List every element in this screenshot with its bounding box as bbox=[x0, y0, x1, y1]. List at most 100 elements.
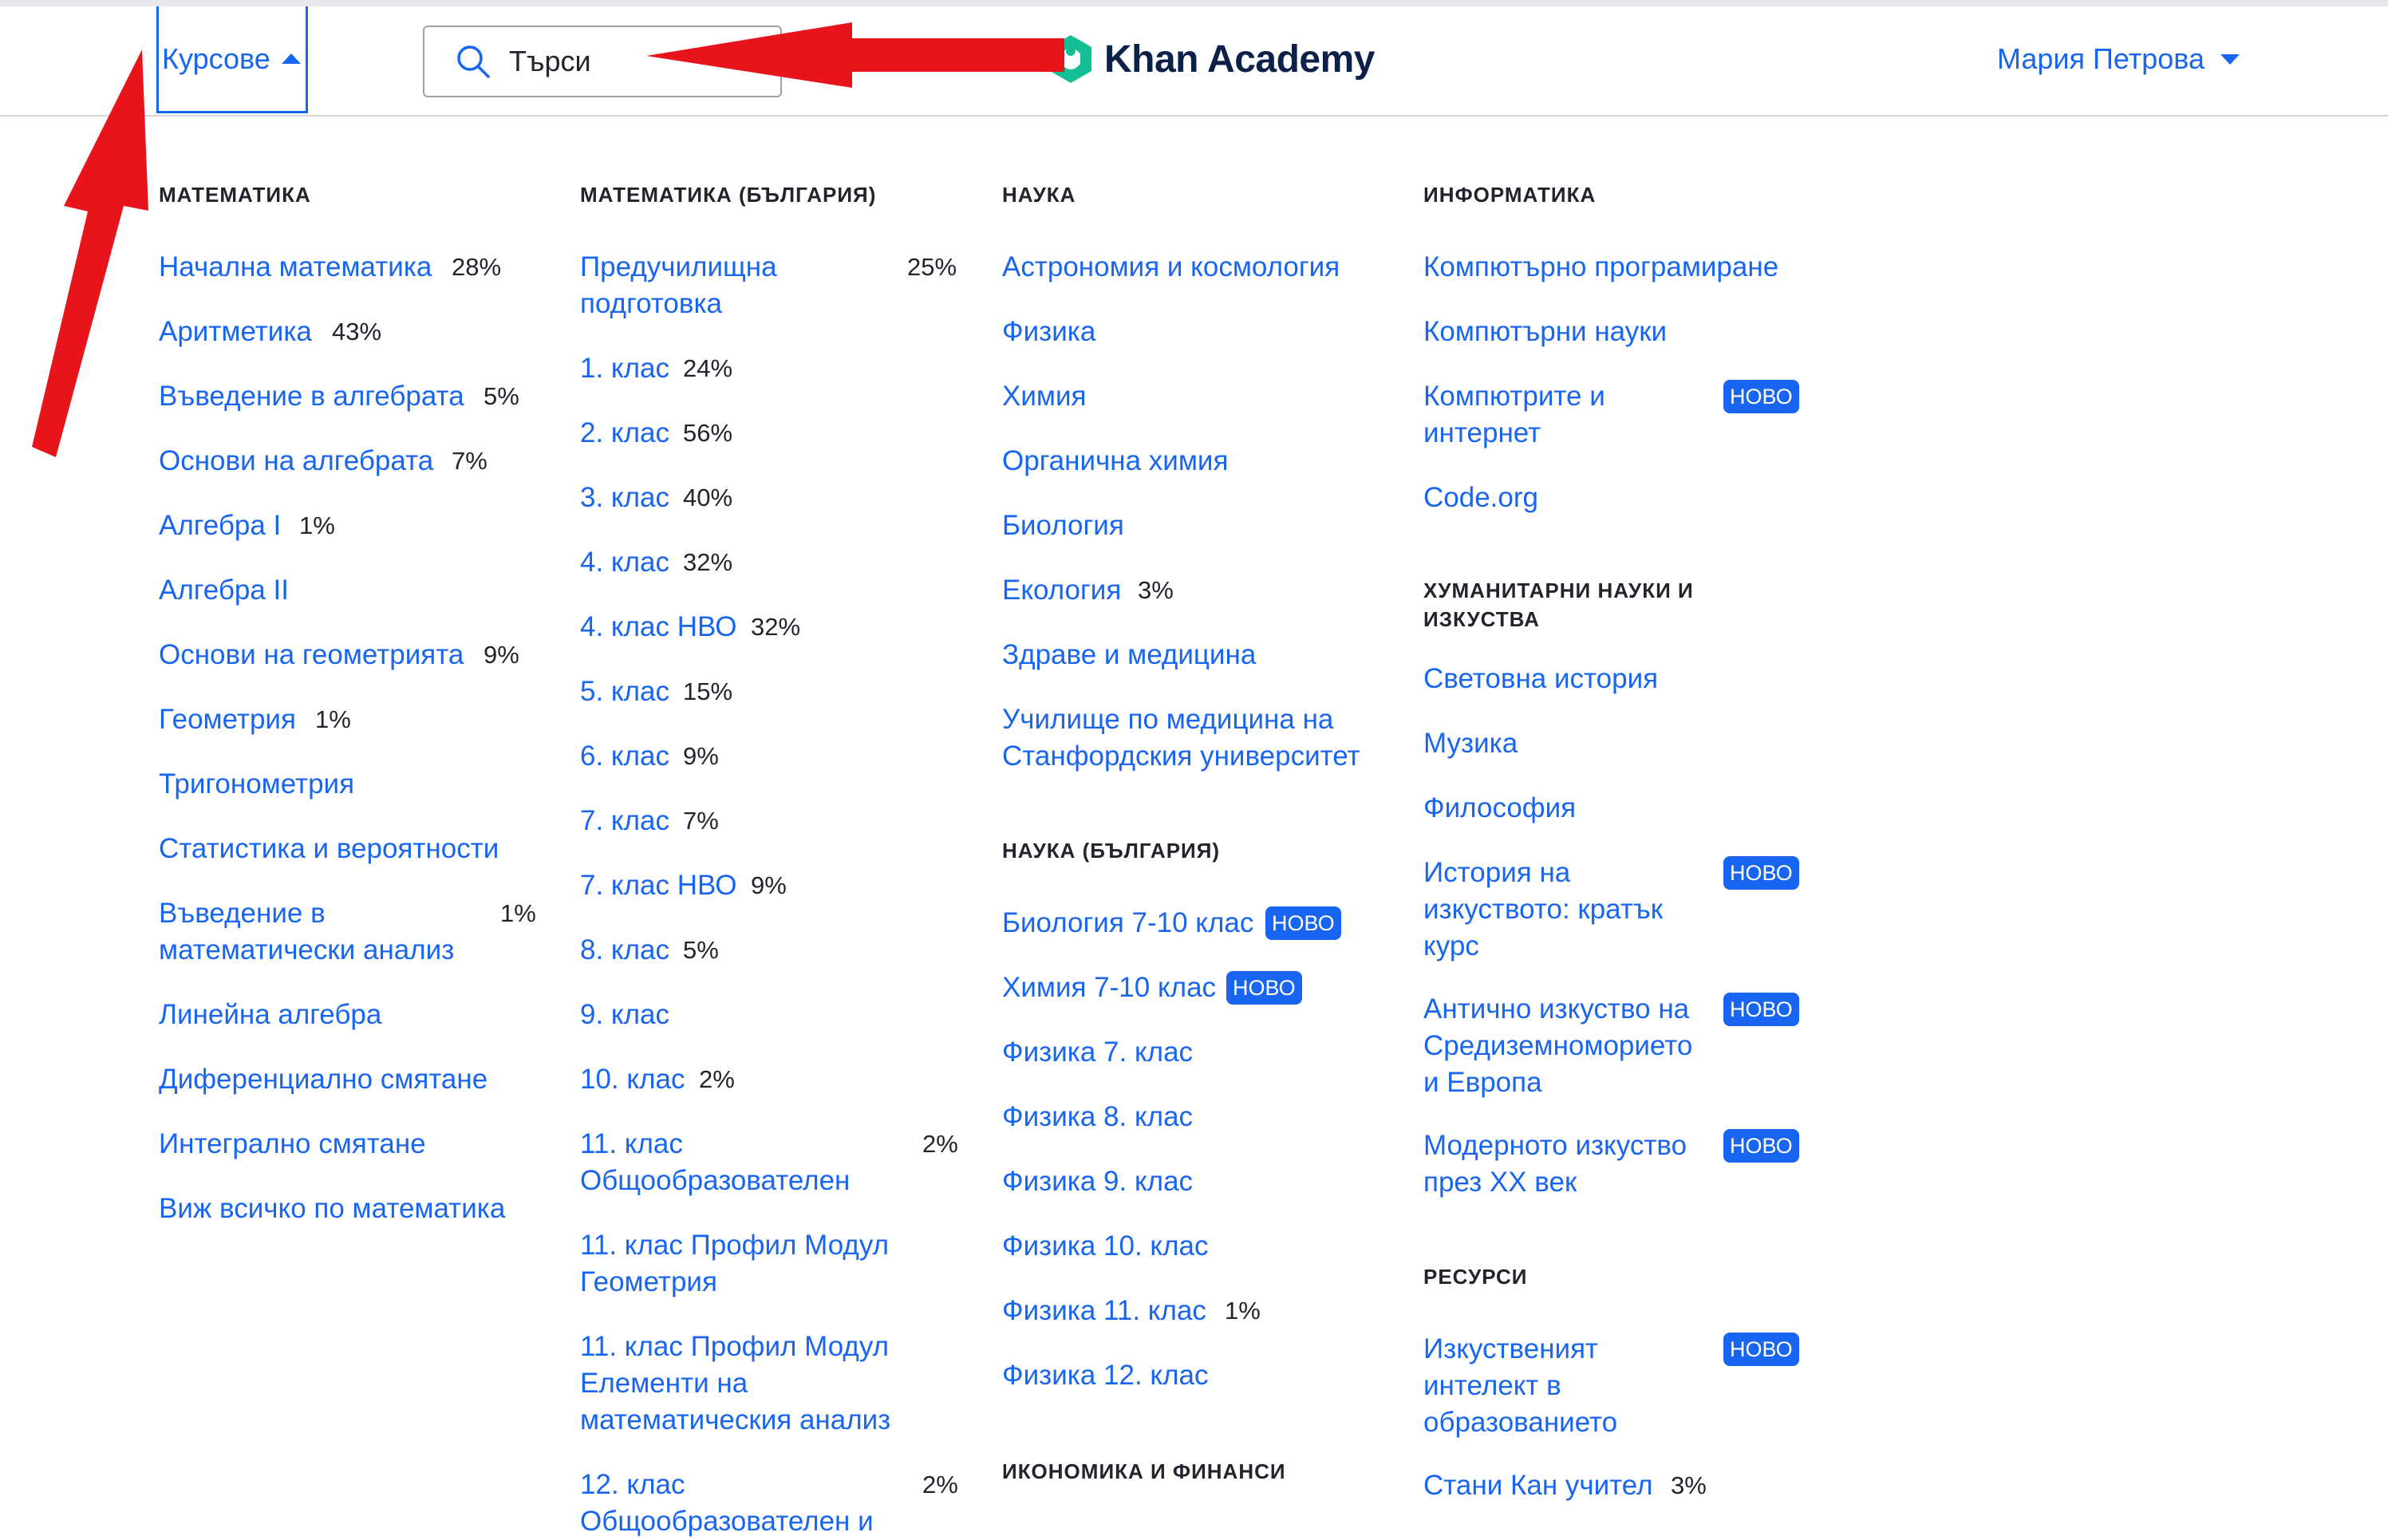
course-link[interactable]: 11. клас Профил Модул Геометрия bbox=[580, 1227, 931, 1301]
progress-percent: 25% bbox=[907, 253, 957, 281]
user-name: Мария Петрова bbox=[1996, 42, 2204, 75]
courses-dropdown-menu: МАТЕМАТИКА Начална математика 28% Аритме… bbox=[0, 116, 2388, 1537]
progress-percent: 1% bbox=[500, 899, 536, 927]
course-link[interactable]: 11. клас Профил Модул Елементи на матема… bbox=[580, 1329, 931, 1439]
new-badge: НОВО bbox=[1723, 1333, 1799, 1366]
courses-label: Курсове bbox=[162, 41, 270, 75]
course-link[interactable]: Изкуственият интелект в образованието bbox=[1423, 1331, 1687, 1441]
course-link[interactable]: Физика 10. клас bbox=[1002, 1228, 1209, 1265]
course-link[interactable]: Аритметика bbox=[159, 314, 312, 350]
course-link[interactable]: Музика bbox=[1423, 725, 1518, 762]
course-link[interactable]: 2. клас bbox=[580, 415, 669, 452]
course-link[interactable]: 4. клас НВО bbox=[580, 609, 736, 646]
course-link[interactable]: Физика 11. клас bbox=[1002, 1293, 1206, 1329]
course-link[interactable]: Статистика и вероятности bbox=[159, 831, 499, 867]
course-link[interactable]: Модерното изкуство през ХХ век bbox=[1423, 1127, 1711, 1201]
course-link[interactable]: Линейна алгебра bbox=[159, 997, 381, 1033]
course-link[interactable]: Физика 12. клас bbox=[1002, 1357, 1209, 1394]
course-link[interactable]: Химия 7-10 клас bbox=[1002, 969, 1216, 1006]
course-link[interactable]: Интегрално смятане bbox=[159, 1126, 426, 1163]
progress-percent: 9% bbox=[751, 871, 787, 899]
progress-percent: 24% bbox=[683, 354, 733, 382]
course-link[interactable]: 8. клас bbox=[580, 932, 669, 969]
new-badge: НОВО bbox=[1723, 856, 1799, 890]
course-link[interactable]: Компютрите и интернет bbox=[1423, 378, 1663, 452]
progress-percent: 9% bbox=[683, 742, 719, 770]
course-link[interactable]: Световна история bbox=[1423, 661, 1658, 697]
progress-percent: 28% bbox=[452, 253, 502, 281]
khan-academy-logo[interactable]: Khan Academy bbox=[1044, 32, 1376, 86]
course-link[interactable]: 7. клас НВО bbox=[580, 867, 736, 904]
course-link[interactable]: Алгебра II bbox=[159, 572, 289, 609]
progress-percent: 32% bbox=[751, 613, 801, 641]
section-title-math-bg: МАТЕМАТИКА (БЪЛГАРИЯ) bbox=[580, 183, 877, 207]
user-menu-button[interactable]: Мария Петрова bbox=[1997, 42, 2240, 76]
progress-percent: 3% bbox=[1138, 576, 1174, 604]
course-link[interactable]: Биология bbox=[1002, 507, 1124, 544]
search-input[interactable] bbox=[507, 44, 750, 79]
course-link[interactable]: Въведение в математически анализ bbox=[159, 895, 478, 969]
course-link[interactable]: Училище по медицина на Станфордския унив… bbox=[1002, 701, 1377, 775]
course-link[interactable]: 1. клас bbox=[580, 350, 669, 387]
progress-percent: 1% bbox=[1225, 1297, 1261, 1325]
progress-percent: 1% bbox=[315, 705, 351, 733]
course-link[interactable]: Геометрия bbox=[159, 701, 296, 738]
course-link[interactable]: 9. клас bbox=[580, 997, 669, 1033]
logo-text: Khan Academy bbox=[1104, 38, 1376, 81]
courses-menu-button[interactable]: Курсове bbox=[156, 6, 308, 113]
course-link[interactable]: Астрономия и космология bbox=[1002, 249, 1340, 286]
course-link[interactable]: 11. клас Общообразователен bbox=[580, 1126, 883, 1199]
course-link[interactable]: 12. клас Общообразователен и bbox=[580, 1467, 883, 1540]
course-link[interactable]: Физика 8. клас bbox=[1002, 1099, 1193, 1135]
course-link[interactable]: Диференциално смятане bbox=[159, 1061, 487, 1098]
course-link[interactable]: 6. клас bbox=[580, 738, 669, 775]
progress-percent: 43% bbox=[332, 318, 382, 346]
course-link[interactable]: Основи на геометрията bbox=[159, 637, 464, 673]
course-link[interactable]: Основи на алгебрата bbox=[159, 443, 433, 480]
course-link[interactable]: 5. клас bbox=[580, 673, 669, 710]
course-link[interactable]: Органична химия bbox=[1002, 443, 1228, 480]
course-link[interactable]: Химия bbox=[1002, 378, 1086, 415]
new-badge: НОВО bbox=[1265, 906, 1341, 940]
section-title-math: МАТЕМАТИКА bbox=[159, 183, 311, 207]
caret-up-icon bbox=[281, 53, 301, 64]
new-badge: НОВО bbox=[1723, 1129, 1799, 1163]
search-icon bbox=[457, 45, 490, 78]
section-title-resources: РЕСУРСИ bbox=[1423, 1265, 1528, 1289]
progress-percent: 40% bbox=[683, 484, 733, 511]
course-link[interactable]: Компютърно програмиране bbox=[1423, 249, 1778, 286]
course-link[interactable]: 7. клас bbox=[580, 803, 669, 839]
section-title-science: НАУКА bbox=[1002, 183, 1076, 207]
course-link[interactable]: История на изкуството: кратък курс bbox=[1423, 855, 1695, 965]
course-link[interactable]: 10. клас bbox=[580, 1061, 685, 1098]
course-link[interactable]: Стани Кан учител bbox=[1423, 1467, 1653, 1504]
course-link[interactable]: Предучилищна подготовка bbox=[580, 249, 819, 322]
section-title-computing: ИНФОРМАТИКА bbox=[1423, 183, 1597, 207]
progress-percent: 1% bbox=[299, 511, 335, 539]
progress-percent: 56% bbox=[683, 419, 733, 447]
course-link[interactable]: Компютърни науки bbox=[1423, 314, 1667, 350]
course-link[interactable]: Философия bbox=[1423, 790, 1576, 827]
course-link[interactable]: Code.org bbox=[1423, 480, 1538, 516]
progress-percent: 5% bbox=[484, 382, 519, 410]
top-border bbox=[0, 0, 2388, 6]
course-link[interactable]: Антично изкуство на Средиземноморието и … bbox=[1423, 991, 1711, 1101]
course-link[interactable]: Въведение в алгебрата bbox=[159, 378, 464, 415]
course-link[interactable]: Виж всичко по математика bbox=[159, 1191, 505, 1227]
course-link[interactable]: 4. клас bbox=[580, 544, 669, 581]
course-link[interactable]: Алгебра I bbox=[159, 507, 281, 544]
course-link[interactable]: Здраве и медицина bbox=[1002, 637, 1256, 673]
course-link[interactable]: Физика 9. клас bbox=[1002, 1163, 1193, 1200]
course-link[interactable]: Биология 7-10 клас bbox=[1002, 905, 1253, 942]
course-link[interactable]: Тригонометрия bbox=[159, 766, 354, 803]
course-link[interactable]: Начална математика bbox=[159, 249, 432, 286]
course-link[interactable]: Физика bbox=[1002, 314, 1095, 350]
progress-percent: 2% bbox=[699, 1065, 735, 1093]
new-badge: НОВО bbox=[1723, 380, 1799, 413]
progress-percent: 9% bbox=[484, 641, 519, 669]
course-link[interactable]: 3. клас bbox=[580, 480, 669, 516]
course-link[interactable]: Физика 7. клас bbox=[1002, 1034, 1193, 1071]
search-box[interactable] bbox=[423, 26, 782, 97]
course-link[interactable]: Екология bbox=[1002, 572, 1121, 609]
new-badge: НОВО bbox=[1723, 993, 1799, 1026]
